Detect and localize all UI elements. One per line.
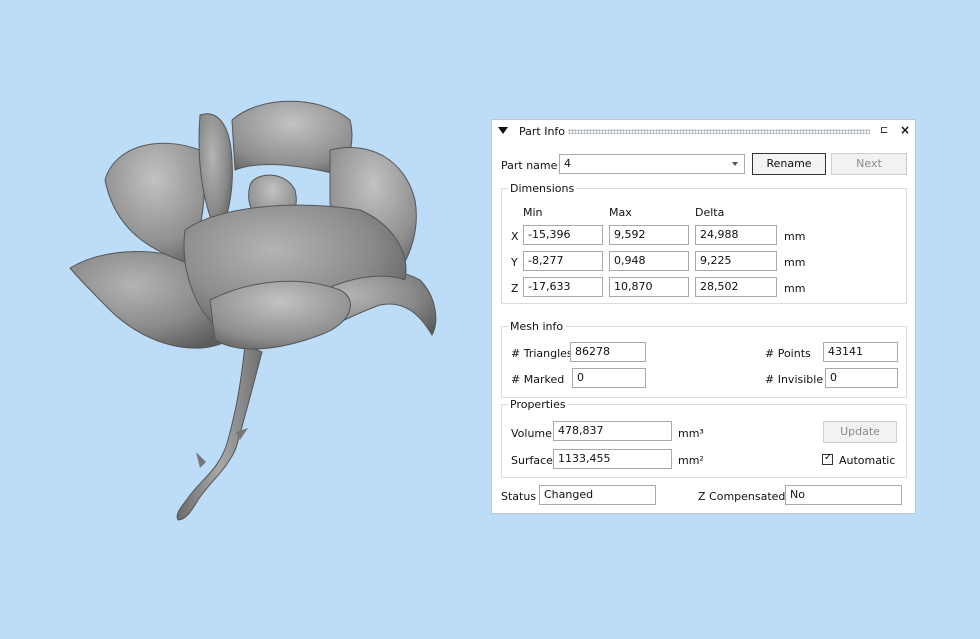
header-max: Max (609, 206, 632, 219)
z-delta-field[interactable]: 28,502 (695, 277, 777, 297)
close-icon[interactable]: × (900, 123, 910, 137)
surface-unit: mm² (678, 454, 704, 467)
x-unit: mm (784, 230, 806, 243)
y-max-field[interactable]: 0,948 (609, 251, 689, 271)
status-field[interactable]: Changed (539, 485, 656, 505)
triangles-label: # Triangles (511, 347, 573, 360)
axis-x-label: X (511, 230, 519, 243)
collapse-arrow-icon[interactable] (498, 127, 508, 134)
header-min: Min (523, 206, 543, 219)
properties-title: Properties (508, 398, 568, 411)
z-compensated-label: Z Compensated (698, 490, 786, 503)
panel-titlebar[interactable]: Part Info ⊏ × (492, 120, 915, 142)
3d-viewport[interactable] (0, 0, 490, 639)
dimensions-title: Dimensions (508, 182, 577, 195)
invisible-label: # Invisible (765, 373, 824, 386)
triangles-field[interactable]: 86278 (570, 342, 646, 362)
axis-z-label: Z (511, 282, 519, 295)
axis-y-label: Y (511, 256, 518, 269)
x-delta-field[interactable]: 24,988 (695, 225, 777, 245)
y-delta-field[interactable]: 9,225 (695, 251, 777, 271)
part-info-panel: Part Info ⊏ × Part name 4 Rename Next Di… (491, 119, 916, 514)
chevron-down-icon (732, 162, 738, 166)
y-unit: mm (784, 256, 806, 269)
status-label: Status (501, 490, 537, 503)
marked-label: # Marked (511, 373, 565, 386)
surface-field[interactable]: 1133,455 (553, 449, 672, 469)
y-min-field[interactable]: -8,277 (523, 251, 603, 271)
z-min-field[interactable]: -17,633 (523, 277, 603, 297)
update-button[interactable]: Update (823, 421, 897, 443)
automatic-label: Automatic (839, 454, 896, 467)
next-button[interactable]: Next (831, 153, 907, 175)
mesh-info-title: Mesh info (508, 320, 566, 333)
z-unit: mm (784, 282, 806, 295)
marked-field[interactable]: 0 (572, 368, 646, 388)
volume-field[interactable]: 478,837 (553, 421, 672, 441)
volume-unit: mm³ (678, 427, 704, 440)
rose-model[interactable] (0, 0, 490, 639)
surface-label: Surface (511, 454, 553, 467)
z-max-field[interactable]: 10,870 (609, 277, 689, 297)
automatic-checkbox[interactable]: ✓ (822, 452, 833, 465)
z-compensated-field[interactable]: No (785, 485, 902, 505)
part-name-value: 4 (564, 157, 571, 170)
part-name-label: Part name (501, 159, 558, 172)
invisible-field[interactable]: 0 (825, 368, 898, 388)
x-min-field[interactable]: -15,396 (523, 225, 603, 245)
part-name-dropdown[interactable]: 4 (559, 154, 745, 174)
header-delta: Delta (695, 206, 725, 219)
points-field[interactable]: 43141 (823, 342, 898, 362)
volume-label: Volume (511, 427, 552, 440)
panel-title: Part Info (519, 125, 566, 138)
x-max-field[interactable]: 9,592 (609, 225, 689, 245)
pin-icon[interactable]: ⊏ (880, 125, 888, 136)
points-label: # Points (765, 347, 811, 360)
drag-grip-icon[interactable] (568, 129, 870, 134)
check-icon: ✓ (824, 452, 833, 463)
rename-button[interactable]: Rename (752, 153, 826, 175)
